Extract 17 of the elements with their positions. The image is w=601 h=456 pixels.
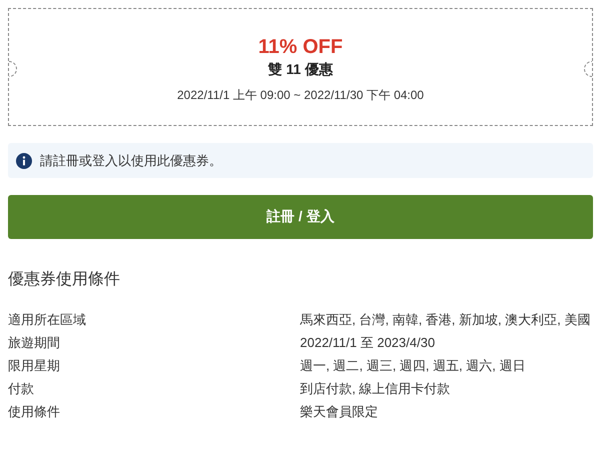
condition-value: 馬來西亞, 台灣, 南韓, 香港, 新加坡, 澳大利亞, 美國 <box>300 311 592 329</box>
coupon-name: 雙 11 優惠 <box>268 60 333 78</box>
notice-text: 請註冊或登入以使用此優惠券。 <box>40 152 222 170</box>
discount-text: 11% OFF <box>258 34 343 58</box>
condition-label: 限用星期 <box>8 357 61 375</box>
condition-value: 週一, 週二, 週三, 週四, 週五, 週六, 週日 <box>300 357 526 375</box>
condition-value: 到店付款, 線上信用卡付款 <box>300 380 452 398</box>
login-button[interactable]: 註冊 / 登入 <box>8 195 593 239</box>
validity-period: 2022/11/1 上午 09:00 ~ 2022/11/30 下午 04:00 <box>177 86 424 104</box>
condition-value: 2022/11/1 至 2023/4/30 <box>300 334 436 352</box>
condition-label: 適用所在區域 <box>8 311 87 329</box>
section-title: 優惠券使用條件 <box>8 270 121 290</box>
condition-label: 旅遊期間 <box>8 334 61 352</box>
info-icon <box>16 152 32 168</box>
condition-label: 使用條件 <box>8 403 61 421</box>
condition-value: 樂天會員限定 <box>300 403 379 421</box>
condition-label: 付款 <box>8 380 35 398</box>
